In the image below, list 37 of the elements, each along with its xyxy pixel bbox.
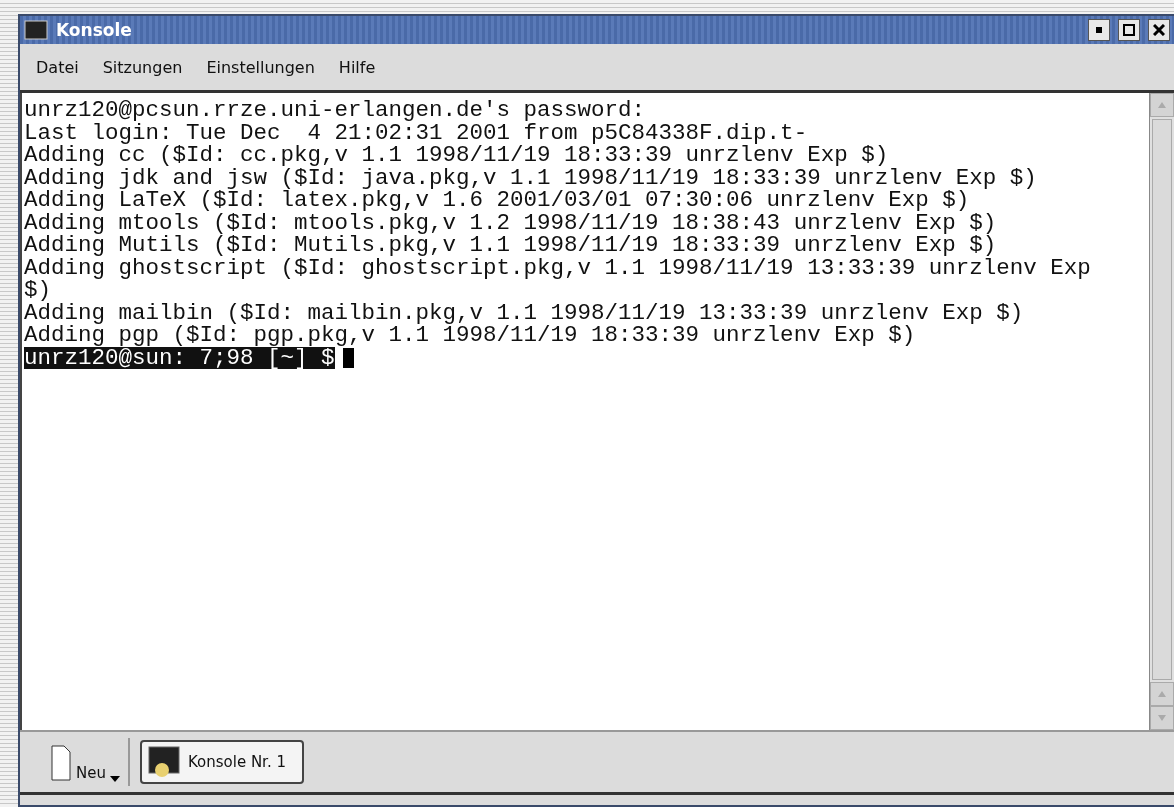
text-cursor [342,347,354,368]
window-title: Konsole [56,20,133,40]
scrollbar[interactable] [1149,93,1174,730]
minimize-button[interactable] [1088,19,1110,41]
terminal-line: Adding mtools ($Id: mtools.pkg,v 1.2 1998/11/19 18:38:43 unrzlenv Exp $) [24,211,998,234]
terminal-line: Adding Mutils ($Id: Mutils.pkg,v 1.1 1998/11/19 18:33:39 unrzlenv Exp $) [24,234,997,257]
terminal-line: Adding mailbin ($Id: mailbin.pkg,v 1.1 1998/11/19 13:33:39 unrzlenv Exp $) [24,301,1025,324]
terminal-line: Adding cc ($Id: cc.pkg,v 1.1 1998/11/19 18:33:39 unrzlenv Exp $) [24,144,889,167]
terminal-line: Last login: Tue Dec 4 21:02:31 2001 from p5C84338F.dip.t- [24,121,809,144]
terminal-line: Adding pgp ($Id: pgp.pkg,v 1.1 1998/11/19 18:33:39 unrzlenv Exp $) [24,324,917,347]
terminal-line: unrz120@pcsun.rrze.uni-erlangen.de's password: [24,99,647,122]
menu-item[interactable]: Einstellungen [206,57,315,77]
menu-item[interactable]: Hilfe [338,57,376,77]
terminal-icon [24,20,48,40]
terminal-icon [147,746,180,778]
terminal-line: Adding ghostscript ($Id: ghostscript.pkg,v 1.1 1998/11/19 13:33:39 unrzlenv Exp [24,256,1092,279]
menu-item[interactable]: Sitzungen [102,57,183,77]
scroll-up-button[interactable] [1150,93,1174,117]
terminal-line: Adding LaTeX ($Id: latex.pkg,v 1.6 2001/03/01 07:30:06 unrzlenv Exp $) [24,189,970,212]
down-arrow-icon [1157,714,1167,722]
close-icon [1153,24,1165,36]
up-arrow-icon [1157,690,1167,698]
scroll-up-button[interactable] [1150,682,1174,706]
caret-icon [109,776,120,782]
scroll-thumb[interactable] [1152,119,1172,680]
document-icon [50,742,72,782]
up-arrow-icon [1157,101,1167,109]
shell-prompt: unrz120@sun: 7;98 [~] $ [24,346,335,369]
new-session-button[interactable]: Neu [50,738,130,786]
maximize-button[interactable] [1118,19,1140,41]
terminal-line: Adding jdk and jsw ($Id: java.pkg,v 1.1 1998/11/19 18:33:39 unrzlenv Exp $) [24,166,1038,189]
square-icon [1123,24,1135,36]
scroll-down-button[interactable] [1150,706,1174,730]
menu-item[interactable]: Datei [36,57,79,77]
session-tab[interactable]: Konsole Nr. 1 [139,740,304,784]
terminal-line: $) [24,279,51,302]
close-button[interactable] [1148,19,1170,41]
